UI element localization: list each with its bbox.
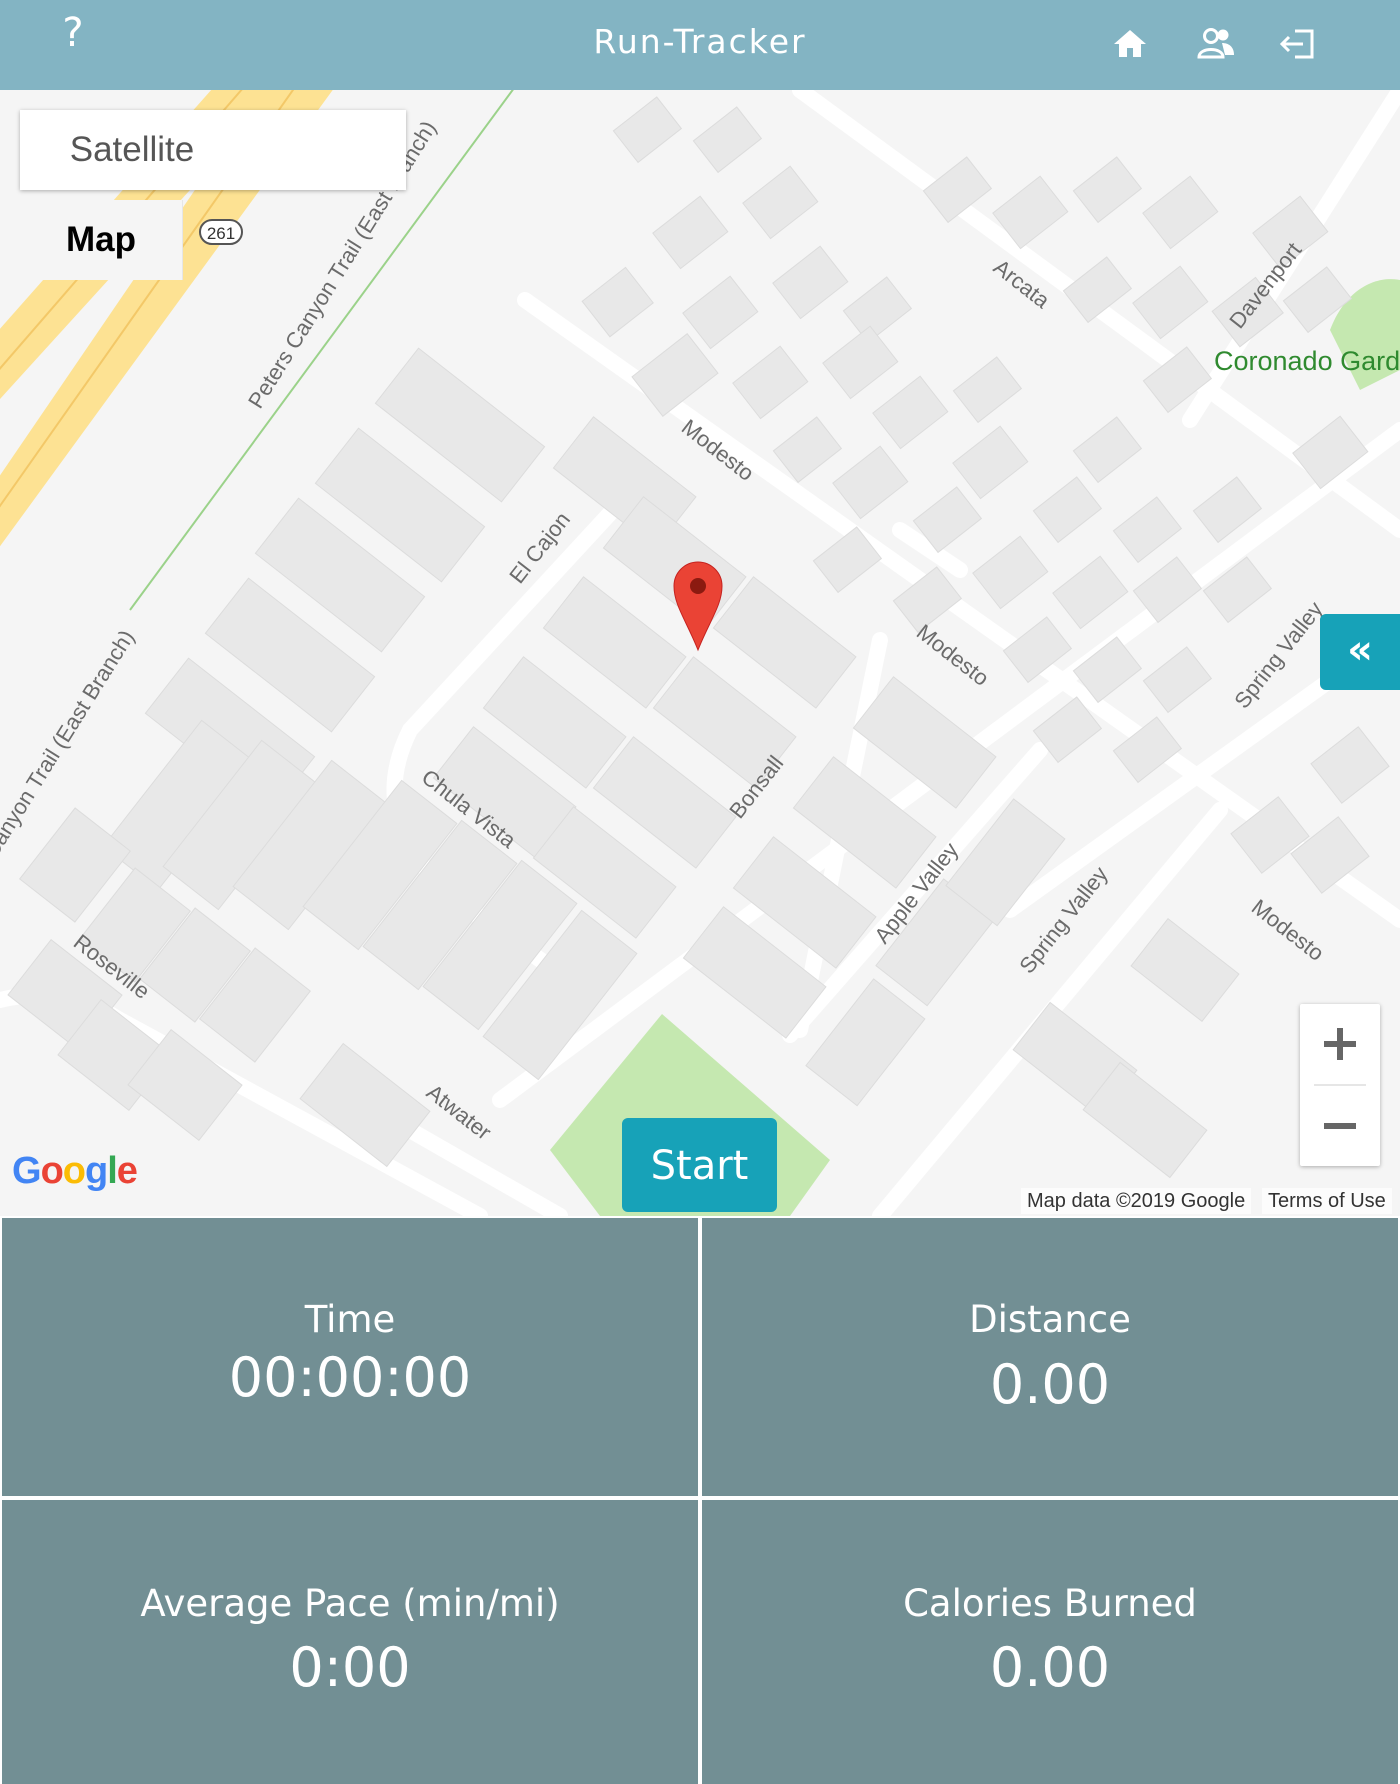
terms-of-use-link[interactable]: Terms of Use — [1262, 1188, 1392, 1214]
start-button[interactable]: Start — [622, 1118, 777, 1212]
map-view[interactable]: Peters Canyon Trail (East Branch) Canyon… — [0, 90, 1400, 1216]
stat-label: Calories Burned — [903, 1582, 1197, 1625]
stat-calories: Calories Burned 0.00 — [702, 1500, 1398, 1784]
stat-label: Distance — [969, 1298, 1131, 1341]
svg-text:261: 261 — [207, 224, 235, 243]
map-type-satellite-button[interactable]: Satellite — [20, 110, 244, 190]
stat-time: Time 00:00:00 — [2, 1218, 698, 1496]
users-icon[interactable] — [1196, 24, 1236, 64]
google-logo: Google — [12, 1150, 138, 1192]
zoom-in-button[interactable] — [1300, 1004, 1380, 1084]
stat-value: 00:00:00 — [228, 1346, 472, 1409]
stat-label: Time — [304, 1298, 396, 1341]
park-label: Coronado Gard — [1214, 346, 1400, 376]
logout-icon[interactable] — [1278, 24, 1318, 64]
stat-label: Average Pace (min/mi) — [140, 1582, 560, 1625]
map-attribution: Map data ©2019 Google — [1021, 1188, 1252, 1214]
stat-value: 0.00 — [989, 1353, 1111, 1416]
stat-distance: Distance 0.00 — [702, 1218, 1398, 1496]
minus-icon — [1324, 1123, 1356, 1129]
map-type-control: Map Satellite — [20, 110, 406, 280]
map-canvas: Peters Canyon Trail (East Branch) Canyon… — [0, 90, 1400, 1216]
map-type-map-button[interactable]: Map — [20, 200, 183, 280]
highway-shield: 261 — [199, 219, 243, 245]
stat-average-pace: Average Pace (min/mi) 0:00 — [2, 1500, 698, 1784]
stats-panel: Time 00:00:00 Distance 0.00 Average Pace… — [0, 1216, 1400, 1784]
stat-value: 0:00 — [289, 1636, 411, 1699]
zoom-control — [1300, 1004, 1380, 1166]
stat-value: 0.00 — [989, 1636, 1111, 1699]
app-header: ? Run-Tracker — [0, 0, 1400, 90]
app-title: Run-Tracker — [593, 22, 807, 61]
collapse-panel-button[interactable]: « — [1320, 614, 1400, 690]
plus-icon — [1324, 1028, 1356, 1060]
home-icon[interactable] — [1110, 24, 1150, 64]
zoom-out-button[interactable] — [1300, 1086, 1380, 1166]
